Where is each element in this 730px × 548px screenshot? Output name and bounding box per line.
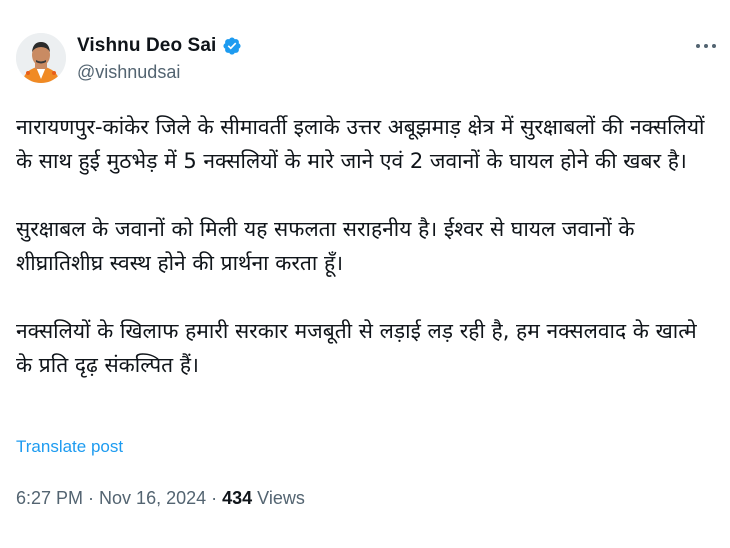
post-metadata: 6:27 PM · Nov 16, 2024 · 434 Views [16, 488, 305, 509]
more-dot-icon [696, 44, 700, 48]
meta-separator: · [211, 488, 218, 508]
more-options-button[interactable] [696, 38, 716, 54]
more-dot-icon [712, 44, 716, 48]
tweet-text: नारायणपुर-कांकेर जिले के सीमावर्ती इलाके… [16, 110, 706, 382]
author-name-row: Vishnu Deo Sai [77, 33, 242, 59]
tweet-paragraph: नक्सलियों के खिलाफ हमारी सरकार मजबूती से… [16, 319, 697, 377]
translate-post-link[interactable]: Translate post [16, 437, 123, 457]
post-date[interactable]: Nov 16, 2024 [99, 488, 206, 509]
views-label: Views [257, 488, 305, 508]
more-dot-icon [704, 44, 708, 48]
post-time[interactable]: 6:27 PM [16, 488, 83, 509]
tweet-paragraph: सुरक्षाबल के जवानों को मिली यह सफलता सरा… [16, 217, 635, 275]
tweet-paragraph: नारायणपुर-कांकेर जिले के सीमावर्ती इलाके… [16, 115, 705, 173]
profile-photo [16, 33, 66, 83]
meta-separator: · [88, 488, 95, 508]
views-count[interactable]: 434 [222, 488, 252, 509]
avatar[interactable] [16, 33, 66, 83]
tweet-card: Vishnu Deo Sai @vishnudsai नारायणपुर-कां… [0, 0, 730, 548]
author-display-name[interactable]: Vishnu Deo Sai [77, 35, 216, 57]
author-handle[interactable]: @vishnudsai [77, 62, 180, 83]
verified-badge-icon[interactable] [222, 36, 242, 56]
